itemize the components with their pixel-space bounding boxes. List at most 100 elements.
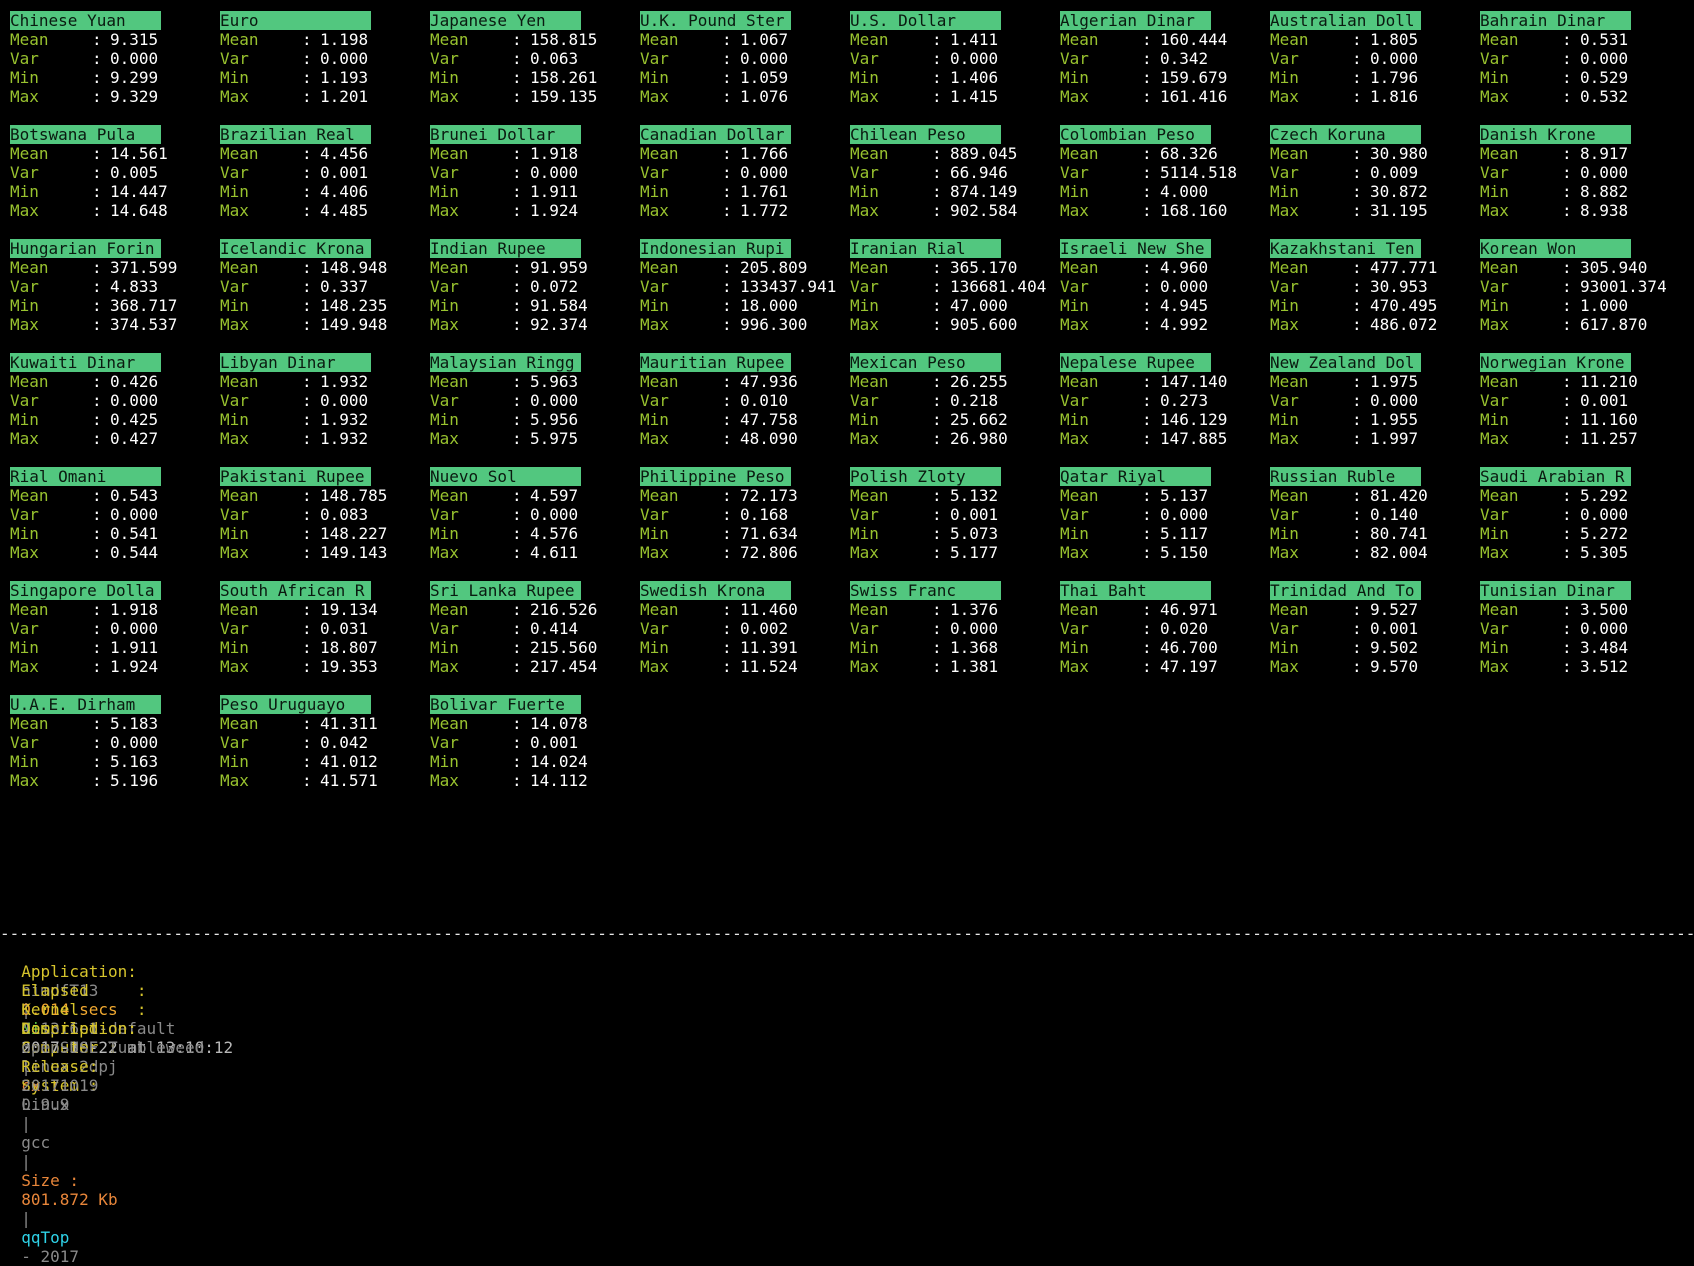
- stat-value-var: 0.009: [1370, 163, 1419, 182]
- currency-block: Brazilian Real Mean:4.456 Var:0.001 Min:4.4…: [220, 125, 410, 225]
- currency-block: Israeli New She Mean:4.960 Var:0.000 Min:4.…: [1060, 239, 1250, 339]
- stat-value-max: 617.870: [1580, 315, 1648, 334]
- stat-value-min: 11.160: [1580, 410, 1638, 429]
- stat-label-mean: Mean: [1270, 30, 1309, 49]
- stat-value-max: 161.416: [1160, 87, 1228, 106]
- stat-colon: :: [512, 87, 522, 106]
- stat-value-mean: 1.067: [740, 30, 789, 49]
- stat-label-var: Var: [220, 277, 249, 296]
- stat-colon: :: [1352, 30, 1362, 49]
- stat-value-min: 11.391: [740, 638, 798, 657]
- stat-label-max: Max: [850, 87, 879, 106]
- size-label: Size :: [21, 1171, 80, 1190]
- stat-colon: :: [512, 733, 522, 752]
- stat-label-max: Max: [430, 201, 459, 220]
- stat-label-mean: Mean: [1060, 372, 1099, 391]
- stat-value-mean: 365.170: [950, 258, 1018, 277]
- stat-colon: :: [302, 410, 312, 429]
- stat-colon: :: [512, 619, 522, 638]
- stat-colon: :: [1142, 87, 1152, 106]
- stat-label-min: Min: [1270, 182, 1299, 201]
- stat-label-var: Var: [1060, 49, 1089, 68]
- stat-value-var: 0.000: [1370, 49, 1419, 68]
- currency-name: Indian Rupee: [430, 239, 581, 258]
- stat-value-mean: 5.292: [1580, 486, 1629, 505]
- currency-name: Chilean Peso: [850, 125, 1001, 144]
- stat-value-mean: 477.771: [1370, 258, 1438, 277]
- stat-value-var: 0.042: [320, 733, 369, 752]
- currency-name: U.A.E. Dirham: [10, 695, 161, 714]
- stat-colon: :: [1142, 258, 1152, 277]
- stat-label-max: Max: [1480, 429, 1509, 448]
- stat-value-mean: 47.936: [740, 372, 798, 391]
- stat-label-var: Var: [1060, 277, 1089, 296]
- stat-value-min: 18.807: [320, 638, 378, 657]
- stat-colon: :: [1562, 201, 1572, 220]
- stat-colon: :: [932, 619, 942, 638]
- stat-value-var: 133437.941: [740, 277, 837, 296]
- stat-colon: :: [722, 600, 732, 619]
- stat-value-min: 8.882: [1580, 182, 1629, 201]
- stat-label-max: Max: [430, 87, 459, 106]
- stat-value-mean: 1.918: [110, 600, 159, 619]
- stat-value-min: 1.368: [950, 638, 999, 657]
- stat-label-min: Min: [220, 524, 249, 543]
- stat-colon: :: [1562, 429, 1572, 448]
- stat-label-var: Var: [850, 49, 879, 68]
- stat-colon: :: [1142, 638, 1152, 657]
- stat-label-max: Max: [1480, 657, 1509, 676]
- stat-label-max: Max: [640, 657, 669, 676]
- stat-value-min: 5.956: [530, 410, 579, 429]
- pipe-separator: |: [21, 1209, 31, 1228]
- stat-colon: :: [512, 410, 522, 429]
- stat-label-max: Max: [1060, 657, 1089, 676]
- stat-colon: :: [1562, 68, 1572, 87]
- stat-value-var: 0.342: [1160, 49, 1209, 68]
- currency-name: Trinidad And To: [1270, 581, 1421, 600]
- currency-name: Hungarian Forin: [10, 239, 161, 258]
- stat-value-max: 82.004: [1370, 543, 1428, 562]
- stat-label-var: Var: [1480, 391, 1509, 410]
- stat-label-min: Min: [220, 752, 249, 771]
- size-value: 801.872 Kb: [21, 1190, 118, 1209]
- stat-label-min: Min: [850, 296, 879, 315]
- stat-colon: :: [92, 49, 102, 68]
- currency-name: South African R: [220, 581, 371, 600]
- currency-name: Israeli New She: [1060, 239, 1211, 258]
- currency-block: Swiss Franc Mean:1.376 Var:0.000 Min:1.368 M…: [850, 581, 1040, 681]
- stat-value-var: 0.001: [950, 505, 999, 524]
- stat-label-max: Max: [430, 657, 459, 676]
- stat-colon: :: [512, 277, 522, 296]
- stat-label-mean: Mean: [850, 486, 889, 505]
- stat-label-var: Var: [1270, 49, 1299, 68]
- stat-colon: :: [1562, 543, 1572, 562]
- stat-colon: :: [932, 391, 942, 410]
- stat-label-max: Max: [220, 771, 249, 790]
- stat-colon: :: [1562, 619, 1572, 638]
- stat-label-max: Max: [430, 771, 459, 790]
- stat-value-mean: 1.766: [740, 144, 789, 163]
- stat-value-var: 0.000: [740, 49, 789, 68]
- stat-value-mean: 11.460: [740, 600, 798, 619]
- currency-name: Iranian Rial: [850, 239, 1001, 258]
- stat-label-min: Min: [1270, 296, 1299, 315]
- stat-value-mean: 68.326: [1160, 144, 1218, 163]
- stat-label-min: Min: [640, 296, 669, 315]
- stat-label-max: Max: [220, 201, 249, 220]
- stat-value-mean: 4.456: [320, 144, 369, 163]
- stat-label-max: Max: [1480, 315, 1509, 334]
- stat-colon: :: [932, 638, 942, 657]
- stat-colon: :: [1562, 30, 1572, 49]
- stat-label-max: Max: [640, 201, 669, 220]
- stat-label-max: Max: [1060, 87, 1089, 106]
- stat-label-mean: Mean: [10, 30, 49, 49]
- stat-value-var: 0.168: [740, 505, 789, 524]
- stat-value-min: 4.576: [530, 524, 579, 543]
- stat-label-var: Var: [1060, 505, 1089, 524]
- stat-value-var: 0.005: [110, 163, 159, 182]
- stat-label-mean: Mean: [640, 258, 679, 277]
- stat-label-mean: Mean: [1270, 372, 1309, 391]
- brand-logo: qqTop: [21, 1228, 69, 1247]
- compiler-name: gcc: [21, 1133, 51, 1152]
- stat-colon: :: [302, 657, 312, 676]
